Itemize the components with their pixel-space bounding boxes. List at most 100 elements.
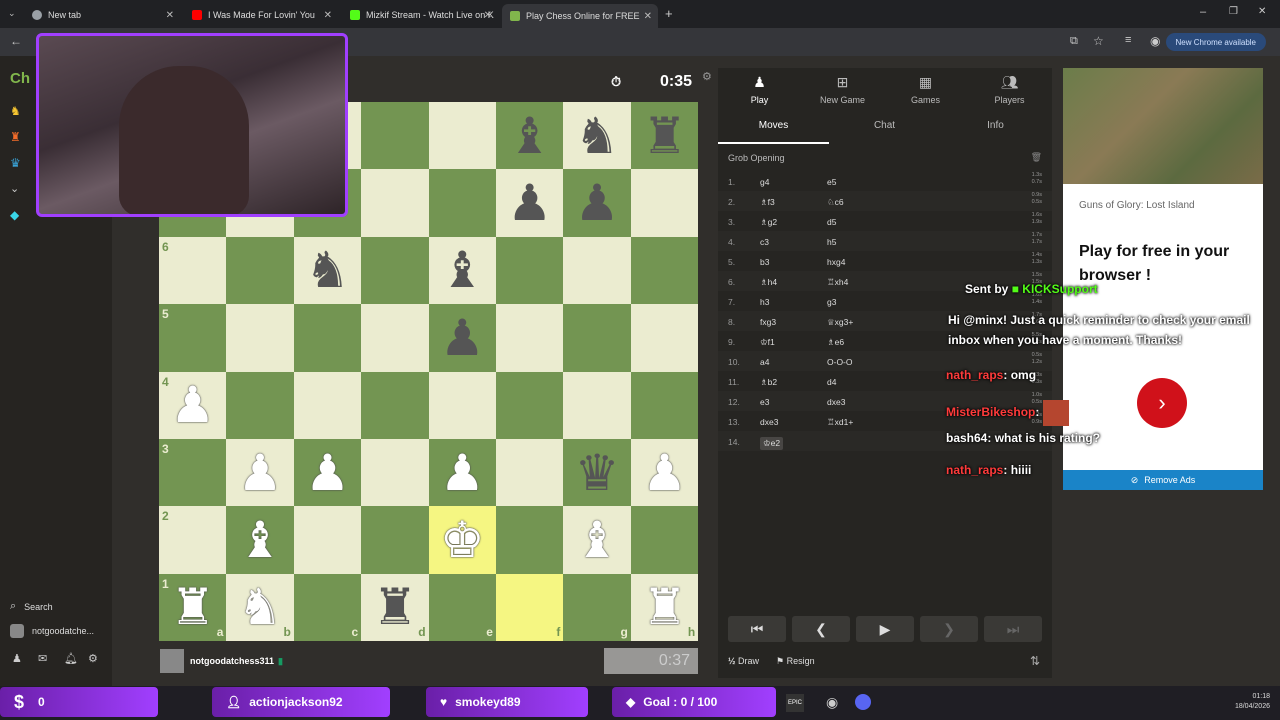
back-icon[interactable]: ← [10,34,22,48]
white-move[interactable]: ♗b2 [760,377,777,388]
square-f1[interactable]: f [496,573,564,642]
notifications-icon[interactable]: 🔔︎ [64,652,78,665]
puzzle-icon[interactable]: ♞ [10,104,21,118]
black-move[interactable]: d4 [827,377,836,387]
black-rook-piece[interactable]: ♜ [631,102,698,169]
square-a2[interactable]: 2 [159,506,227,574]
white-move[interactable]: ♗h4 [760,277,777,288]
tab-play[interactable]: ♟ Play [718,74,801,105]
square-f5[interactable] [496,304,564,372]
new-chrome-available-button[interactable]: New Chrome available [1165,33,1266,51]
white-move[interactable]: ♗f3 [760,197,775,208]
white-pawn-piece[interactable]: ♟ [294,439,361,506]
square-e8[interactable] [428,102,496,170]
black-pawn-piece[interactable]: ♟ [429,304,496,371]
black-rook-piece[interactable]: ♜ [361,574,428,641]
last-move-button[interactable]: ⏭ [984,616,1042,642]
square-a6[interactable]: 6 [159,236,227,305]
subtab-chat[interactable]: Chat [829,120,940,144]
black-move[interactable]: dxe3 [827,397,845,407]
square-d5[interactable] [361,304,429,372]
black-knight-piece[interactable]: ♞ [563,102,630,169]
square-f2[interactable] [496,506,564,574]
square-c2[interactable] [293,506,362,574]
square-a3[interactable]: 3 [159,439,227,507]
tab-kick[interactable]: Mizkif Stream - Watch Live on K ✕ [342,4,498,26]
draw-button[interactable]: ½ Draw [728,656,759,666]
chess-logo[interactable]: Ch [10,70,30,87]
profile-icon[interactable]: ◉ [1150,34,1160,48]
square-e1[interactable]: e [428,573,496,642]
tab-close-icon[interactable]: ✕ [324,10,332,21]
resign-button[interactable]: ⚑ Resign [776,656,815,667]
white-king-piece[interactable]: ♚ [429,506,496,573]
white-rook-piece[interactable]: ♜ [159,574,226,641]
white-bishop-piece[interactable]: ♝ [563,506,630,573]
black-move[interactable]: ♗e6 [827,337,844,348]
remove-ads-button[interactable]: ⊘ Remove Ads [1063,470,1263,490]
square-e4[interactable] [428,371,496,439]
tab-youtube[interactable]: I Was Made For Lovin' You ✕ [184,4,338,26]
watch-icon[interactable]: ♛ [10,156,21,170]
square-c4[interactable] [293,371,362,439]
black-move[interactable]: ♕xg3+ [827,317,853,328]
white-pawn-piece[interactable]: ♟ [631,439,698,506]
system-clock[interactable]: 01:18 18/04/2026 [1235,692,1270,712]
nav-search[interactable]: ⌕ Search [10,600,53,613]
square-g1[interactable]: g [563,573,631,642]
reading-list-icon[interactable]: ≡ [1125,34,1131,46]
white-move[interactable]: e3 [760,397,769,407]
white-pawn-piece[interactable]: ♟ [159,372,226,439]
black-move[interactable]: ♖xh4 [827,277,848,288]
square-f3[interactable] [496,439,564,507]
square-h4[interactable] [630,371,699,439]
square-d4[interactable] [361,371,429,439]
ad-headline[interactable]: Play for free in your browser ! [1079,240,1255,288]
tab-close-icon[interactable]: ✕ [484,10,492,21]
square-d8[interactable] [361,102,429,170]
next-move-button[interactable]: ❯ [920,616,978,642]
white-move[interactable]: dxe3 [760,417,778,427]
white-move[interactable]: h3 [760,297,769,307]
square-c1[interactable]: c [293,573,362,642]
tab-close-icon[interactable]: ✕ [166,10,174,21]
black-pawn-piece[interactable]: ♟ [563,169,630,236]
black-bishop-piece[interactable]: ♝ [496,102,563,169]
more-chevron-icon[interactable]: ⌄ [10,182,19,195]
black-pawn-piece[interactable]: ♟ [496,169,563,236]
square-f6[interactable] [496,236,564,305]
messages-icon[interactable]: ✉ [38,652,47,665]
previous-move-button[interactable]: ❮ [792,616,850,642]
white-move[interactable]: c3 [760,237,769,247]
tab-games[interactable]: ▦ Games [884,74,967,105]
white-move[interactable]: ♗g2 [760,217,777,228]
black-move[interactable]: ♖xd1+ [827,417,853,428]
white-move[interactable]: ♔e2 [760,437,784,450]
ad-image[interactable] [1063,68,1263,184]
tab-search-icon[interactable]: ⌄ [8,8,16,19]
square-d6[interactable] [361,236,429,305]
square-h2[interactable] [630,506,699,574]
white-rook-piece[interactable]: ♜ [631,574,698,641]
black-move[interactable]: d5 [827,217,836,227]
white-move[interactable]: a4 [760,357,769,367]
ad-title[interactable]: Guns of Glory: Lost Island [1079,200,1195,211]
black-move[interactable]: g3 [827,297,836,307]
black-move[interactable]: h5 [827,237,836,247]
square-a5[interactable]: 5 [159,304,227,372]
square-b4[interactable] [226,371,294,439]
white-move[interactable]: b3 [760,257,769,267]
black-knight-piece[interactable]: ♞ [294,237,361,304]
black-move[interactable]: O-O-O [827,357,853,367]
bookmark-star-icon[interactable]: ☆ [1093,34,1104,48]
ad-cta-button[interactable]: › [1137,378,1187,428]
friends-icon[interactable]: ♟ [12,652,22,665]
black-move[interactable]: e5 [827,177,836,187]
square-d2[interactable] [361,506,429,574]
square-g6[interactable] [563,236,631,305]
white-pawn-piece[interactable]: ♟ [429,439,496,506]
close-window-icon[interactable]: ✕ [1258,6,1266,17]
tab-players[interactable]: 👥︎ Players [968,74,1051,105]
black-move[interactable]: ♘c6 [827,197,844,208]
white-move[interactable]: ♔f1 [760,337,775,348]
